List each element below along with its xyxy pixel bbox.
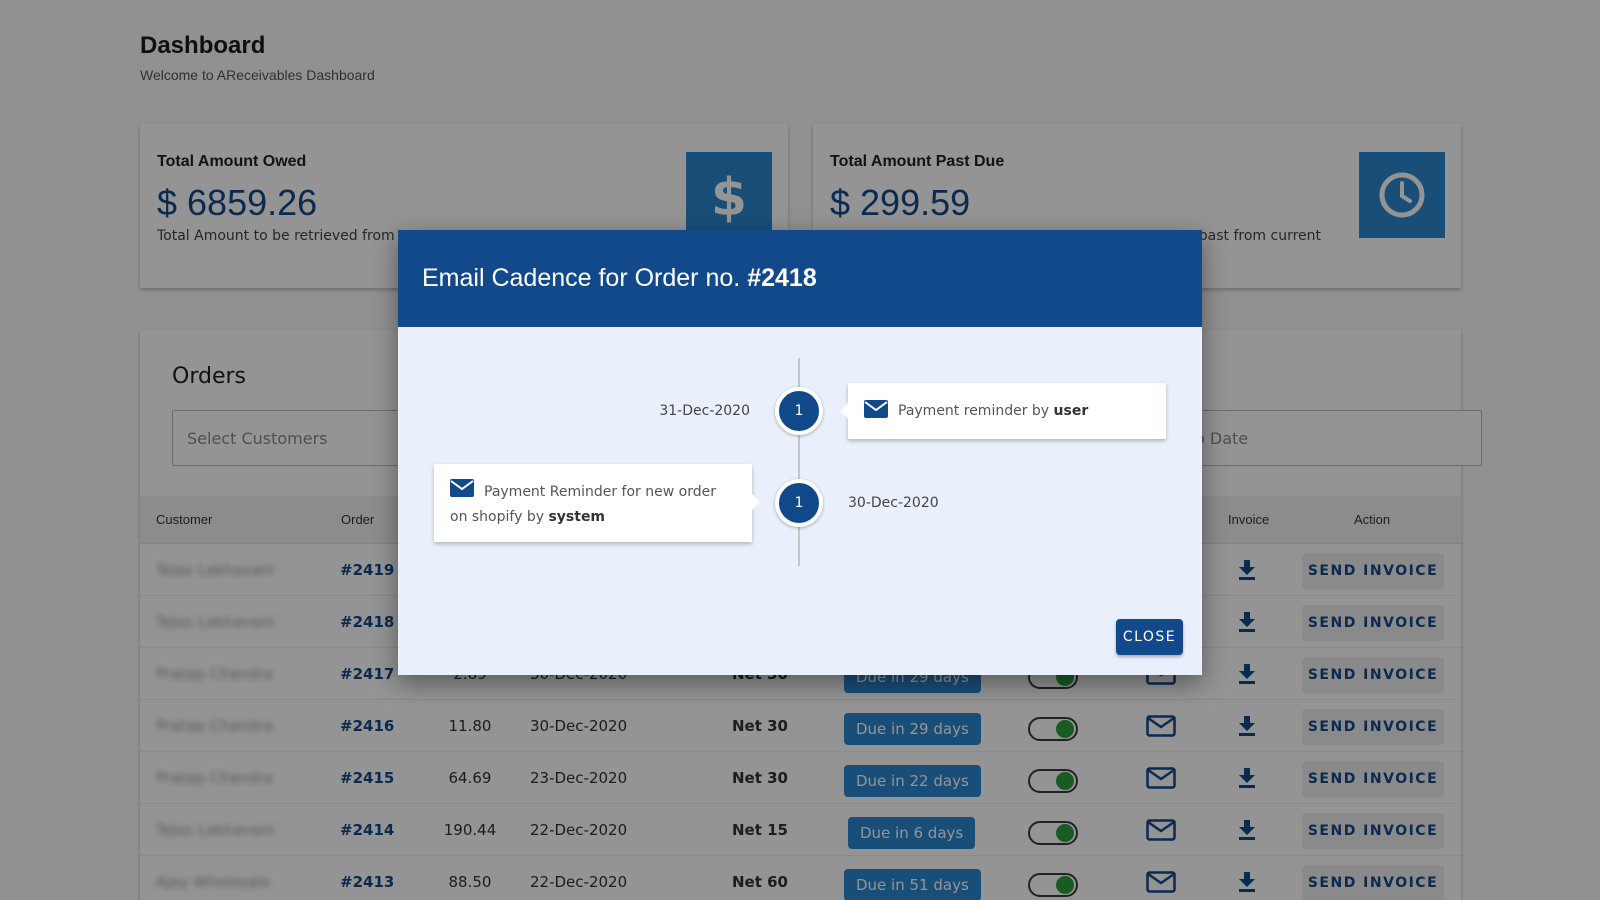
dialog-header: Email Cadence for Order no. #2418: [398, 230, 1202, 327]
timeline-event-actor: user: [1053, 403, 1089, 419]
dialog-order-number: #2418: [747, 264, 817, 292]
timeline-step-marker: 1: [775, 479, 823, 527]
timeline-step-marker: 1: [775, 387, 823, 435]
timeline-date: 30-Dec-2020: [848, 495, 939, 511]
timeline-event-card: Payment reminder by user: [840, 383, 1166, 439]
dialog-title: Email Cadence for Order no.: [422, 264, 741, 292]
envelope-icon: [864, 400, 888, 422]
timeline-event-actor: system: [548, 509, 606, 525]
timeline-event-card: Payment Reminder for new order on shopif…: [434, 464, 760, 542]
dashboard-page: Dashboard Welcome to AReceivables Dashbo…: [0, 0, 1600, 900]
timeline-date: 31-Dec-2020: [659, 403, 750, 419]
email-cadence-dialog: Email Cadence for Order no. #2418 31-Dec…: [398, 230, 1202, 675]
envelope-icon: [450, 479, 474, 505]
close-button[interactable]: CLOSE: [1116, 619, 1183, 655]
timeline-event-text: Payment reminder by: [898, 403, 1050, 419]
